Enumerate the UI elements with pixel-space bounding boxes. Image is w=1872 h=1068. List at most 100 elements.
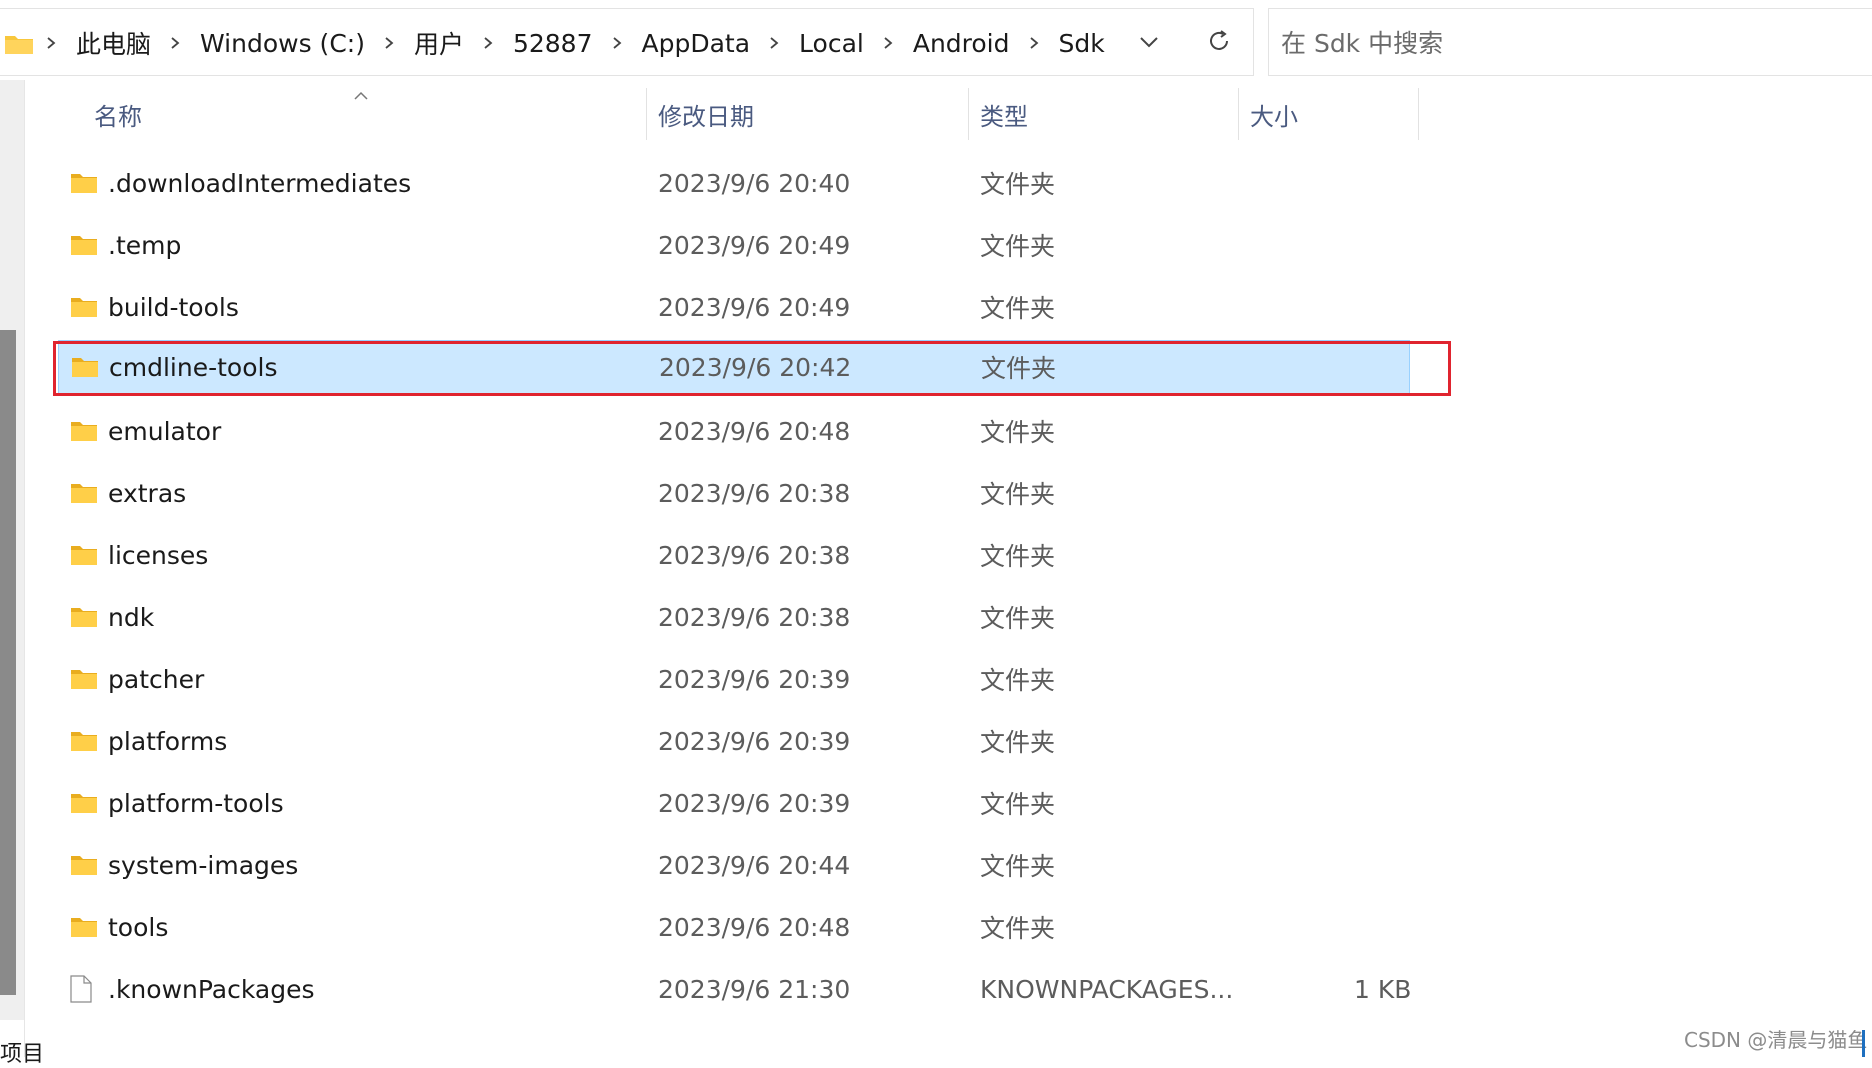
file-name: ndk: [108, 602, 155, 632]
file-date: 2023/9/6 20:44: [658, 850, 851, 880]
refresh-icon[interactable]: [1206, 29, 1232, 59]
file-date: 2023/9/6 20:42: [659, 352, 852, 382]
folder-icon: [70, 403, 98, 459]
column-header-size[interactable]: 大小: [1250, 86, 1298, 142]
column-header-date[interactable]: 修改日期: [658, 86, 754, 142]
file-type: 文件夹: [980, 852, 1056, 881]
address-bar[interactable]: 此电脑 Windows (C:) 用户 52887 AppData Local Androi…: [0, 8, 1254, 76]
file-type: 文件夹: [980, 542, 1056, 571]
breadcrumb-separator-icon[interactable]: [610, 36, 624, 50]
pane-divider[interactable]: [24, 80, 25, 1057]
file-date: 2023/9/6 20:48: [658, 912, 851, 942]
folder-icon: [70, 589, 98, 645]
breadcrumb-separator-icon[interactable]: [382, 36, 396, 50]
breadcrumb-item[interactable]: 52887: [513, 29, 593, 58]
breadcrumb-separator-icon[interactable]: [481, 36, 495, 50]
column-header-type[interactable]: 类型: [980, 86, 1028, 142]
breadcrumb-item[interactable]: 此电脑: [76, 25, 151, 61]
file-row[interactable]: system-images 2023/9/6 20:44 文件夹: [58, 837, 1410, 893]
column-header-type-label: 类型: [980, 102, 1028, 131]
file-name: platforms: [108, 726, 228, 756]
file-type: 文件夹: [980, 790, 1056, 819]
file-name: build-tools: [108, 292, 239, 322]
file-name: cmdline-tools: [109, 352, 278, 382]
file-name: system-images: [108, 850, 299, 880]
file-date: 2023/9/6 20:38: [658, 540, 851, 570]
file-row[interactable]: tools 2023/9/6 20:48 文件夹: [58, 899, 1410, 955]
file-name: .knownPackages: [108, 974, 315, 1004]
folder-icon: [70, 899, 98, 955]
file-type: 文件夹: [980, 170, 1056, 199]
folder-icon: [70, 651, 98, 707]
file-date: 2023/9/6 20:49: [658, 292, 851, 322]
watermark: CSDN @清晨与猫鱼: [1684, 1028, 1868, 1052]
file-row[interactable]: patcher 2023/9/6 20:39 文件夹: [58, 651, 1410, 707]
file-date: 2023/9/6 21:30: [658, 974, 851, 1004]
breadcrumb-item[interactable]: Sdk: [1059, 29, 1105, 58]
file-row[interactable]: .knownPackages 2023/9/6 21:30 KNOWNPACKAGE…: [58, 961, 1412, 1017]
column-divider[interactable]: [1418, 88, 1419, 140]
file-date: 2023/9/6 20:39: [658, 664, 851, 694]
search-input[interactable]: [1279, 21, 1863, 65]
column-header-name-label: 名称: [94, 102, 142, 131]
folder-icon: [70, 775, 98, 831]
column-header-size-label: 大小: [1250, 102, 1298, 131]
column-divider[interactable]: [1238, 88, 1239, 140]
chevron-down-icon[interactable]: [1138, 31, 1160, 57]
folder-icon: [70, 155, 98, 211]
file-row[interactable]: build-tools 2023/9/6 20:49 文件夹: [58, 279, 1410, 335]
column-divider[interactable]: [968, 88, 969, 140]
file-row[interactable]: emulator 2023/9/6 20:48 文件夹: [58, 403, 1410, 459]
folder-icon: [70, 527, 98, 583]
column-header-name[interactable]: 名称: [94, 86, 142, 142]
file-date: 2023/9/6 20:39: [658, 726, 851, 756]
file-row[interactable]: .temp 2023/9/6 20:49 文件夹: [58, 217, 1410, 273]
breadcrumb-item[interactable]: Windows (C:): [200, 29, 365, 58]
search-box[interactable]: [1268, 8, 1872, 76]
folder-icon: [70, 465, 98, 521]
file-type: 文件夹: [980, 418, 1056, 447]
view-toggle-edge[interactable]: [1862, 1030, 1865, 1057]
file-row[interactable]: platform-tools 2023/9/6 20:39 文件夹: [58, 775, 1410, 831]
breadcrumb-item[interactable]: Local: [799, 29, 864, 58]
navigation-scrollbar-thumb[interactable]: [0, 330, 16, 995]
breadcrumb-separator-icon[interactable]: [1027, 36, 1041, 50]
breadcrumb-separator-icon[interactable]: [881, 36, 895, 50]
file-type: 文件夹: [980, 604, 1056, 633]
folder-icon: [71, 341, 99, 393]
breadcrumb-item[interactable]: AppData: [642, 29, 751, 58]
file-row[interactable]: platforms 2023/9/6 20:39 文件夹: [58, 713, 1410, 769]
file-type: 文件夹: [980, 728, 1056, 757]
file-name: .temp: [108, 230, 182, 260]
breadcrumb-item[interactable]: 用户: [414, 25, 464, 61]
file-type: 文件夹: [980, 480, 1056, 509]
file-name: extras: [108, 478, 187, 508]
file-row[interactable]: .downloadIntermediates 2023/9/6 20:40 文件夹: [58, 155, 1410, 211]
folder-icon: [70, 837, 98, 893]
breadcrumb-separator-icon[interactable]: [767, 36, 781, 50]
file-date: 2023/9/6 20:48: [658, 416, 851, 446]
file-date: 2023/9/6 20:49: [658, 230, 851, 260]
file-date: 2023/9/6 20:38: [658, 478, 851, 508]
sort-ascending-icon: [354, 86, 368, 105]
file-row[interactable]: ndk 2023/9/6 20:38 文件夹: [58, 589, 1410, 645]
file-type: 文件夹: [981, 354, 1057, 383]
folder-icon: [4, 33, 34, 59]
file-type: 文件夹: [980, 666, 1056, 695]
file-size: 1 KB: [1354, 974, 1412, 1004]
file-date: 2023/9/6 20:40: [658, 168, 851, 198]
breadcrumb-separator-icon[interactable]: [168, 36, 182, 50]
file-name: licenses: [108, 540, 209, 570]
file-row[interactable]: extras 2023/9/6 20:38 文件夹: [58, 465, 1410, 521]
folder-icon: [70, 279, 98, 335]
file-row[interactable]: licenses 2023/9/6 20:38 文件夹: [58, 527, 1410, 583]
folder-icon: [70, 713, 98, 769]
file-type: 文件夹: [980, 232, 1056, 261]
column-divider[interactable]: [646, 88, 647, 140]
breadcrumb-item[interactable]: Android: [913, 29, 1010, 58]
file-row[interactable]: cmdline-tools 2023/9/6 20:42 文件夹: [58, 340, 1410, 394]
status-bar-text: 项目: [0, 1042, 45, 1067]
column-header-date-label: 修改日期: [658, 102, 754, 131]
breadcrumb-separator-icon[interactable]: [44, 36, 58, 50]
file-name: platform-tools: [108, 788, 284, 818]
